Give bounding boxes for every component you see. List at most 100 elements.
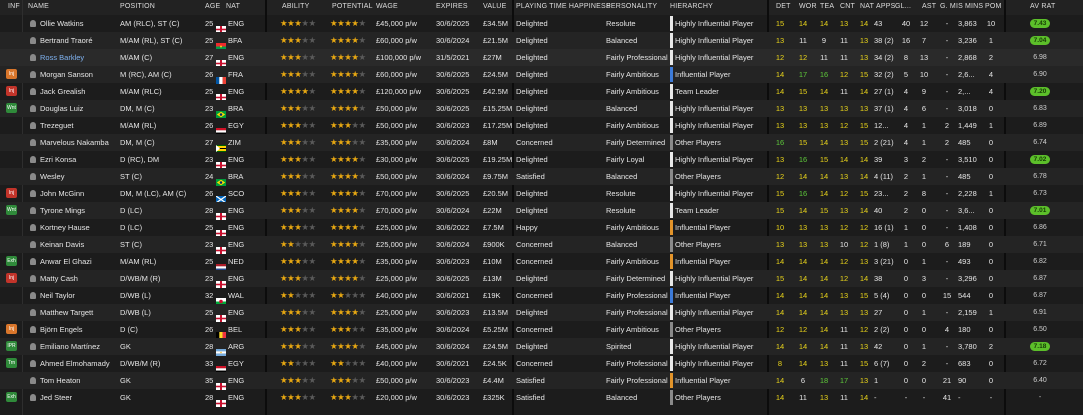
header-personality[interactable]: PERSONALITY: [606, 3, 657, 10]
header-hierarchy[interactable]: HIERARCHY: [670, 3, 713, 10]
table-row[interactable]: Inj Morgan Sanson M (RC), AM (C) 26 FRA ★★★★★…: [0, 66, 1083, 84]
table-row[interactable]: Inj Matty Cash D/WB/M (R) 23 ENG ★★★★★ ★★★★★ £2…: [0, 270, 1083, 288]
table-row[interactable]: Inj Björn Engels D (C) 26 BEL ★★★★★ ★★★★★ £35,0…: [0, 321, 1083, 339]
table-row[interactable]: Matthew Targett D/WB (L) 25 ENG ★★★★★ ★★★★★ £2…: [0, 304, 1083, 322]
table-row[interactable]: Inj John McGinn DM, M (LC), AM (C) 26 SCO ★★★…: [0, 185, 1083, 204]
header-inf[interactable]: INF: [8, 3, 20, 10]
player-name-link[interactable]: Wesley: [40, 168, 120, 185]
star-icon: ★: [358, 290, 367, 300]
playing-time-happiness: Satisfied: [516, 172, 545, 181]
player-name-link[interactable]: Matty Cash: [40, 270, 120, 287]
table-row[interactable]: Exh Anwar El Ghazi M/AM (RL) 25 NED ★★★★★ ★★★★…: [0, 253, 1083, 271]
table-row[interactable]: Exh Jed Steer GK 28 ENG ★★★★★ ★★★★★ £20,000 p/w…: [0, 389, 1083, 407]
player-name-link[interactable]: Neil Taylor: [40, 287, 120, 304]
status-badge[interactable]: IPR: [6, 341, 17, 351]
header-det[interactable]: DET: [776, 3, 791, 10]
header-gmis[interactable]: G. MIS: [940, 3, 963, 10]
table-row[interactable]: Wnt Douglas Luiz DM, M (C) 23 BRA ★★★★★ ★★★★★ £…: [0, 100, 1083, 118]
header-av-rat[interactable]: AV RAT: [1030, 3, 1055, 10]
table-row[interactable]: Trezeguet M/AM (RL) 26 EGY ★★★★★ ★★★★★ £50,000…: [0, 117, 1083, 135]
table-row[interactable]: Kortney Hause D (LC) 25 ENG ★★★★★ ★★★★★ £25,00…: [0, 219, 1083, 237]
table-row[interactable]: Inj Jack Grealish M/AM (RLC) 25 ENG ★★★★★ ★★★★…: [0, 83, 1083, 101]
player-name-link[interactable]: Douglas Luiz: [40, 100, 120, 117]
player-name-link[interactable]: Ross Barkley: [40, 49, 120, 66]
player-name-link[interactable]: Björn Engels: [40, 321, 120, 338]
status-badge[interactable]: Inj: [6, 69, 17, 79]
header-tea[interactable]: TEA: [820, 3, 834, 10]
player-name-link[interactable]: Trezeguet: [40, 117, 120, 134]
table-row[interactable]: Wnt Tyrone Mings D (LC) 28 ENG ★★★★★ ★★★★★ £70,…: [0, 202, 1083, 220]
player-name-link[interactable]: Emiliano Martínez: [40, 338, 120, 355]
star-icon: ★: [358, 341, 367, 351]
table-row[interactable]: Neil Taylor D/WB (L) 32 WAL ★★★★★ ★★★★★ £40,00…: [0, 287, 1083, 305]
status-badge[interactable]: Inj: [6, 188, 17, 198]
player-name-link[interactable]: Anwar El Ghazi: [40, 253, 120, 270]
ability-stars: ★★★★★: [280, 49, 316, 66]
stat-goals: 1: [903, 240, 909, 249]
status-badge[interactable]: Inj: [6, 273, 17, 283]
header-cnt[interactable]: CNT: [840, 3, 855, 10]
status-badge[interactable]: Inj: [6, 86, 17, 96]
player-position: GK: [120, 342, 131, 351]
contract-expiry: 30/6/2021: [436, 359, 470, 368]
player-name-link[interactable]: Ezri Konsa: [40, 151, 120, 168]
player-name-link[interactable]: Ahmed Elmohamady: [40, 355, 120, 372]
header-age[interactable]: AGE: [205, 3, 220, 10]
table-row[interactable]: Trn Ahmed Elmohamady D/WB/M (R) 33 EGY ★★★★★ ★…: [0, 355, 1083, 373]
header-expires[interactable]: EXPIRES: [436, 3, 468, 10]
status-badge[interactable]: Wnt: [6, 103, 17, 113]
player-name-link[interactable]: Jack Grealish: [40, 83, 120, 100]
player-name-link[interactable]: Ollie Watkins: [40, 15, 120, 32]
table-row[interactable]: IPR Emiliano Martínez GK 28 ARG ★★★★★ ★★★★★ £45…: [0, 338, 1083, 356]
player-name-link[interactable]: Jed Steer: [40, 389, 120, 406]
status-badge[interactable]: Exh: [6, 256, 17, 266]
playing-time-happiness: Concerned: [516, 359, 553, 368]
table-row[interactable]: Tom Heaton GK 35 ENG ★★★★★ ★★★★★ £50,000 p/w 30…: [0, 372, 1083, 390]
status-badge[interactable]: Exh: [6, 392, 17, 402]
table-row[interactable]: Ollie Watkins AM (RLC), ST (C) 25 ENG ★★★★★ ★…: [0, 15, 1083, 33]
table-row[interactable]: Keinan Davis ST (C) 23 ENG ★★★★★ ★★★★★ £25,000…: [0, 236, 1083, 254]
stat-goals: 0: [903, 291, 909, 300]
player-name-link[interactable]: Tom Heaton: [40, 372, 120, 389]
table-row[interactable]: Ross Barkley M/AM (C) 27 ENG ★★★★★ ★★★★★ £100,…: [0, 49, 1083, 67]
header-wor[interactable]: WOR: [799, 3, 817, 10]
average-rating: 7.20: [1030, 87, 1050, 96]
header-mins[interactable]: MINS: [965, 3, 983, 10]
status-badge[interactable]: Wnt: [6, 205, 17, 215]
hierarchy-indicator: [670, 203, 673, 218]
header-ability[interactable]: ABILITY: [282, 3, 309, 10]
player-name-link[interactable]: Keinan Davis: [40, 236, 120, 253]
status-badge[interactable]: Inj: [6, 324, 17, 334]
star-icon: ★: [308, 18, 317, 28]
header-apps[interactable]: APPS: [876, 3, 895, 10]
player-name-link[interactable]: Tyrone Mings: [40, 202, 120, 219]
player-name-link[interactable]: Matthew Targett: [40, 304, 120, 321]
stat-minutes: 189: [958, 240, 971, 249]
header-playing-time[interactable]: PLAYING TIME HAPPINESS: [516, 3, 611, 10]
table-row[interactable]: Wesley ST (C) 24 BRA ★★★★★ ★★★★★ £50,000 p/w 30…: [0, 168, 1083, 186]
player-name-link[interactable]: Bertrand Traoré: [40, 32, 120, 49]
header-position[interactable]: POSITION: [120, 3, 155, 10]
header-potential[interactable]: POTENTIAL: [332, 3, 373, 10]
header-wage[interactable]: WAGE: [376, 3, 398, 10]
header-nat-stat[interactable]: NAT: [860, 3, 874, 10]
header-ast[interactable]: AST: [922, 3, 936, 10]
contract-expiry: 31/5/2021: [436, 53, 470, 62]
header-pom[interactable]: POM: [985, 3, 1002, 10]
player-name-link[interactable]: Kortney Hause: [40, 219, 120, 236]
stat-minutes: 180: [958, 325, 971, 334]
header-goals[interactable]: GL...: [895, 3, 911, 10]
header-nat[interactable]: NAT: [226, 3, 240, 10]
header-value[interactable]: VALUE: [483, 3, 506, 10]
player-name-link[interactable]: Morgan Sanson: [40, 66, 120, 83]
player-name-link[interactable]: Marvelous Nakamba: [40, 134, 120, 151]
player-name-link[interactable]: John McGinn: [40, 185, 120, 202]
header-name[interactable]: NAME: [28, 3, 49, 10]
table-row[interactable]: Ezri Konsa D (RC), DM 2 3 ENG ★★★★★ ★★★★★ £30,0…: [0, 151, 1083, 169]
table-row[interactable]: Marvelous Nakamba DM, M (C) 27 ZIM ★★★★★ ★★★★…: [0, 134, 1083, 152]
stat-games-missed: -: [945, 359, 949, 368]
stat-cnt: 13: [839, 138, 849, 147]
status-badge[interactable]: Trn: [6, 358, 17, 368]
star-icon: ★: [358, 375, 367, 385]
table-row[interactable]: Bertrand Traoré M/AM (RL), ST (C) 25 BFA ★★★…: [0, 32, 1083, 50]
